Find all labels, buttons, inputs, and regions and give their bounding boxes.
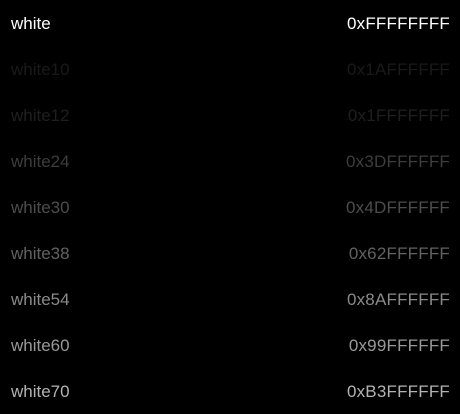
color-hex-value: 0x1AFFFFFF: [346, 59, 450, 79]
color-row-white24[interactable]: white24 0x3DFFFFFF: [0, 138, 460, 184]
color-hex-value: 0x4DFFFFFF: [346, 197, 450, 217]
color-row-white60[interactable]: white60 0x99FFFFFF: [0, 322, 460, 368]
color-name: white10: [11, 59, 70, 79]
color-row-white54[interactable]: white54 0x8AFFFFFF: [0, 276, 460, 322]
color-hex-value: 0xB3FFFFFF: [346, 381, 450, 401]
color-row-white10[interactable]: white10 0x1AFFFFFF: [0, 46, 460, 92]
color-name: white12: [11, 105, 70, 125]
color-name: white30: [11, 197, 70, 217]
color-hex-value: 0x62FFFFFF: [348, 243, 450, 263]
color-row-white12[interactable]: white12 0x1FFFFFFF: [0, 92, 460, 138]
color-hex-value: 0x3DFFFFFF: [346, 151, 450, 171]
color-name: white70: [11, 381, 70, 401]
color-hex-value: 0x1FFFFFFF: [347, 105, 450, 125]
color-name: white60: [11, 335, 70, 355]
color-name: white54: [11, 289, 70, 309]
color-row-white30[interactable]: white30 0x4DFFFFFF: [0, 184, 460, 230]
color-hex-value: 0x99FFFFFF: [348, 335, 450, 355]
color-row-white38[interactable]: white38 0x62FFFFFF: [0, 230, 460, 276]
color-hex-value: 0x8AFFFFFF: [346, 289, 450, 309]
color-row-white[interactable]: white 0xFFFFFFFF: [0, 0, 460, 46]
color-hex-value: 0xFFFFFFFF: [346, 13, 450, 33]
color-row-white70[interactable]: white70 0xB3FFFFFF: [0, 368, 460, 414]
color-name: white24: [11, 151, 70, 171]
color-name: white: [11, 13, 51, 33]
color-swatch-list: white 0xFFFFFFFF white10 0x1AFFFFFF whit…: [0, 0, 460, 414]
color-name: white38: [11, 243, 70, 263]
